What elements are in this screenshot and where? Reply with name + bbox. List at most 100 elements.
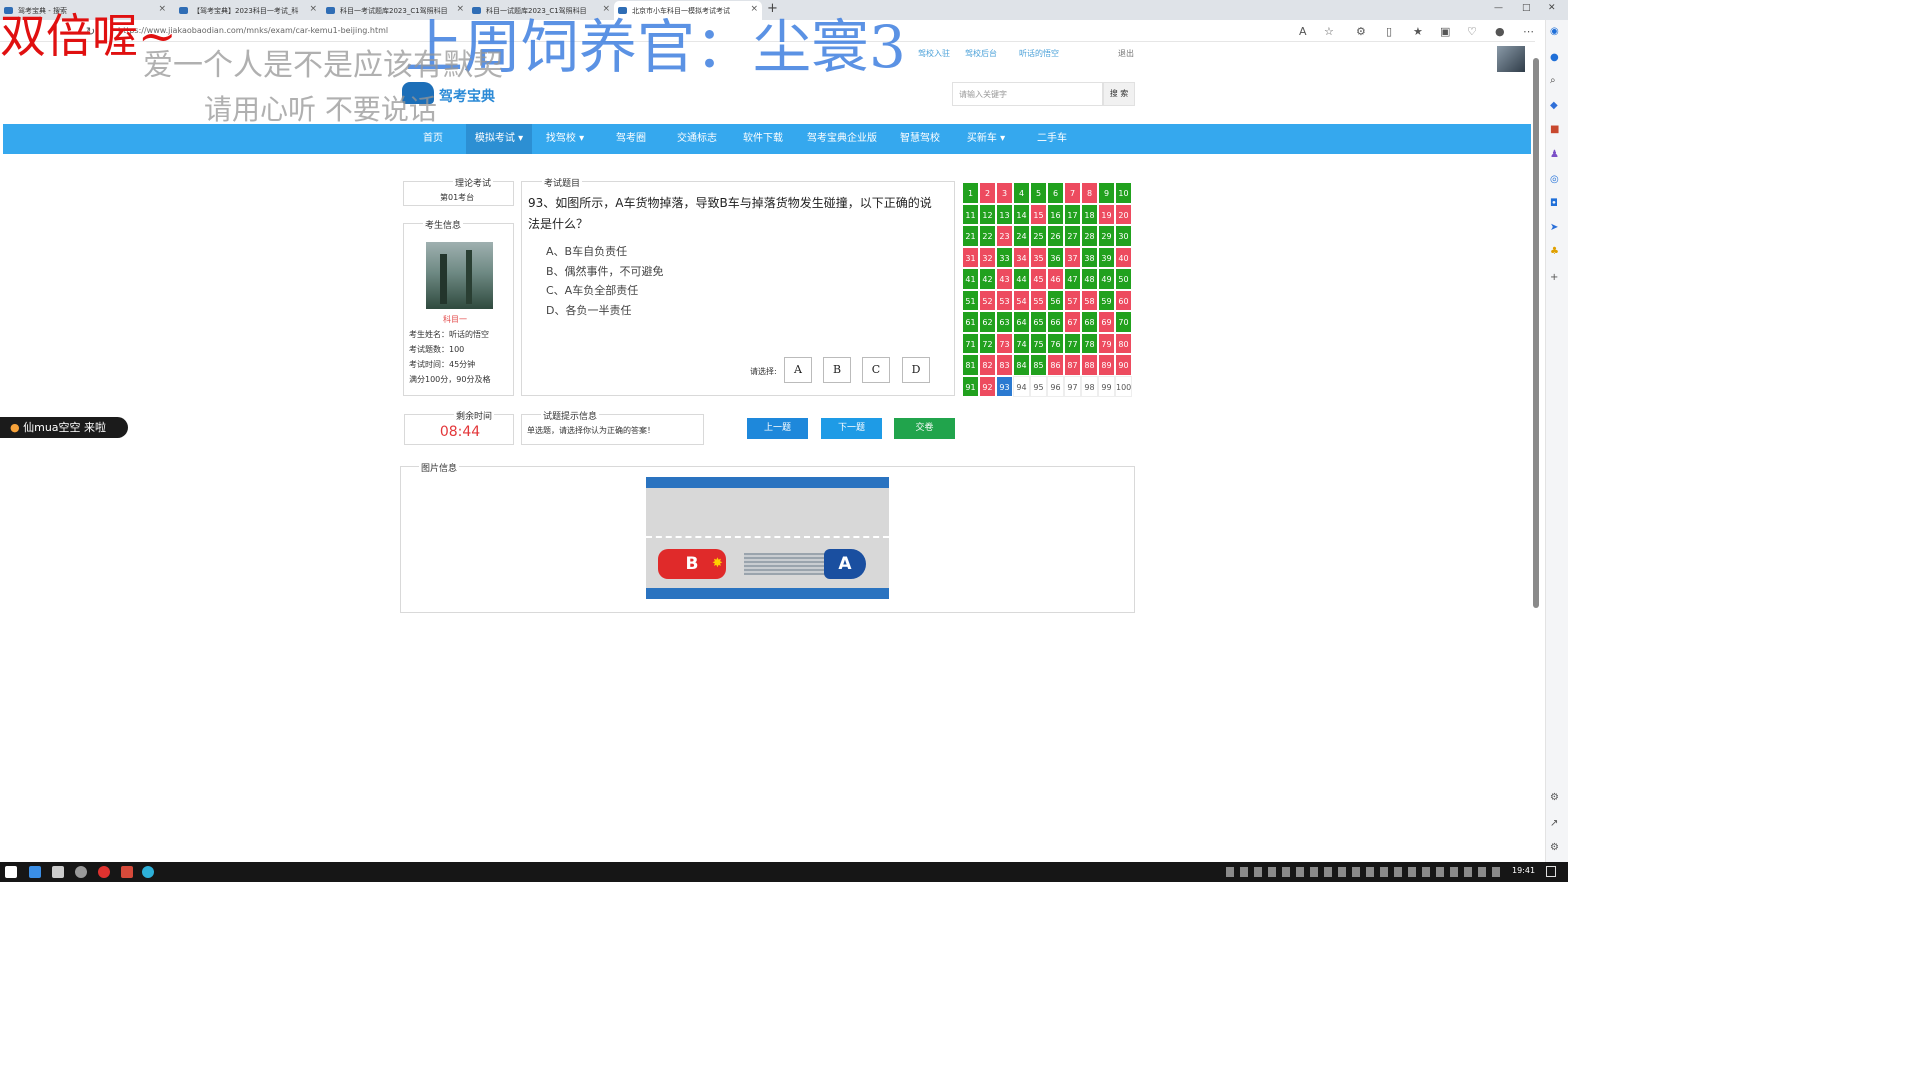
question-cell[interactable]: 22 — [979, 225, 996, 247]
question-cell[interactable]: 66 — [1047, 311, 1064, 333]
split-screen-icon[interactable]: ▯ — [1386, 25, 1392, 38]
question-cell[interactable]: 89 — [1098, 354, 1115, 376]
question-cell[interactable]: 12 — [979, 203, 996, 225]
nav-find-school[interactable]: 找驾校 ▾ — [538, 124, 592, 154]
question-cell[interactable]: 24 — [1013, 225, 1030, 247]
question-cell[interactable]: 91 — [962, 375, 979, 397]
question-cell[interactable]: 67 — [1064, 311, 1081, 333]
add-icon[interactable]: + — [1550, 272, 1558, 283]
search-input[interactable]: 请输入关键字 — [952, 82, 1103, 106]
question-cell[interactable]: 5 — [1030, 182, 1047, 204]
office-icon[interactable]: ◎ — [1550, 174, 1559, 185]
games-icon[interactable]: ♣ — [1550, 246, 1559, 257]
nav-new-car[interactable]: 买新车 ▾ — [958, 124, 1014, 154]
search-button[interactable]: 搜 索 — [1103, 82, 1135, 106]
question-cell[interactable]: 48 — [1081, 268, 1098, 290]
question-cell[interactable]: 58 — [1081, 289, 1098, 311]
question-cell[interactable]: 65 — [1030, 311, 1047, 333]
question-cell[interactable]: 36 — [1047, 246, 1064, 268]
question-cell[interactable]: 30 — [1115, 225, 1132, 247]
question-cell[interactable]: 72 — [979, 332, 996, 354]
question-cell[interactable]: 75 — [1030, 332, 1047, 354]
question-cell[interactable]: 59 — [1098, 289, 1115, 311]
question-cell[interactable]: 78 — [1081, 332, 1098, 354]
extensions-icon[interactable]: ⚙ — [1356, 25, 1366, 38]
question-cell[interactable]: 38 — [1081, 246, 1098, 268]
question-cell[interactable]: 94 — [1013, 375, 1030, 397]
question-cell[interactable]: 82 — [979, 354, 996, 376]
next-question-button[interactable]: 下一题 — [821, 418, 882, 439]
tag-icon[interactable]: ◆ — [1550, 100, 1558, 111]
question-cell[interactable]: 51 — [962, 289, 979, 311]
close-window-icon[interactable]: ✕ — [1548, 3, 1556, 13]
question-cell[interactable]: 43 — [996, 268, 1013, 290]
option-d[interactable]: D、各负一半责任 — [546, 302, 631, 318]
question-cell[interactable]: 77 — [1064, 332, 1081, 354]
question-cell[interactable]: 84 — [1013, 354, 1030, 376]
question-cell[interactable]: 49 — [1098, 268, 1115, 290]
question-cell[interactable]: 19 — [1098, 203, 1115, 225]
question-cell[interactable]: 6 — [1047, 182, 1064, 204]
question-cell[interactable]: 28 — [1081, 225, 1098, 247]
question-cell[interactable]: 92 — [979, 375, 996, 397]
send-icon[interactable]: ➤ — [1550, 222, 1558, 233]
question-cell[interactable]: 47 — [1064, 268, 1081, 290]
maximize-icon[interactable]: □ — [1522, 3, 1531, 13]
question-cell[interactable]: 93 — [996, 375, 1013, 397]
scrollbar[interactable] — [1533, 58, 1539, 608]
profile-icon[interactable]: ● — [1495, 25, 1505, 38]
start-icon[interactable] — [5, 866, 17, 878]
question-cell[interactable]: 34 — [1013, 246, 1030, 268]
question-cell[interactable]: 15 — [1030, 203, 1047, 225]
question-cell[interactable]: 83 — [996, 354, 1013, 376]
question-cell[interactable]: 33 — [996, 246, 1013, 268]
question-cell[interactable]: 4 — [1013, 182, 1030, 204]
question-cell[interactable]: 45 — [1030, 268, 1047, 290]
question-cell[interactable]: 85 — [1030, 354, 1047, 376]
question-cell[interactable]: 27 — [1064, 225, 1081, 247]
question-cell[interactable]: 2 — [979, 182, 996, 204]
app-icon[interactable] — [121, 866, 133, 878]
question-cell[interactable]: 23 — [996, 225, 1013, 247]
tools-icon[interactable]: ■ — [1550, 124, 1559, 135]
people-icon[interactable]: ♟ — [1550, 149, 1559, 160]
nav-used-car[interactable]: 二手车 — [1028, 124, 1076, 154]
browser-essentials-icon[interactable]: ♡ — [1467, 25, 1477, 38]
top-link[interactable]: 驾校入驻 — [918, 48, 950, 59]
option-a[interactable]: A、B车自负责任 — [546, 243, 627, 259]
question-cell[interactable]: 69 — [1098, 311, 1115, 333]
question-cell[interactable]: 73 — [996, 332, 1013, 354]
choice-a-button[interactable]: A — [784, 357, 812, 383]
question-cell[interactable]: 17 — [1064, 203, 1081, 225]
question-cell[interactable]: 79 — [1098, 332, 1115, 354]
nav-software[interactable]: 软件下载 — [736, 124, 790, 154]
question-cell[interactable]: 88 — [1081, 354, 1098, 376]
nav-traffic-signs[interactable]: 交通标志 — [670, 124, 724, 154]
question-cell[interactable]: 70 — [1115, 311, 1132, 333]
question-cell[interactable]: 64 — [1013, 311, 1030, 333]
question-cell[interactable]: 9 — [1098, 182, 1115, 204]
question-cell[interactable]: 80 — [1115, 332, 1132, 354]
question-cell[interactable]: 42 — [979, 268, 996, 290]
question-cell[interactable]: 39 — [1098, 246, 1115, 268]
edge-icon[interactable] — [142, 866, 154, 878]
nav-enterprise[interactable]: 驾考宝典企业版 — [803, 124, 881, 154]
submit-exam-button[interactable]: 交卷 — [894, 418, 955, 439]
question-cell[interactable]: 57 — [1064, 289, 1081, 311]
question-cell[interactable]: 8 — [1081, 182, 1098, 204]
gear-icon[interactable]: ⚙ — [1550, 842, 1559, 853]
notification-icon[interactable] — [1546, 866, 1556, 877]
question-cell[interactable]: 60 — [1115, 289, 1132, 311]
question-cell[interactable]: 25 — [1030, 225, 1047, 247]
question-cell[interactable]: 3 — [996, 182, 1013, 204]
question-cell[interactable]: 76 — [1047, 332, 1064, 354]
sidebar-settings-icon[interactable]: ⚙ — [1550, 792, 1559, 803]
question-cell[interactable]: 81 — [962, 354, 979, 376]
choice-d-button[interactable]: D — [902, 357, 930, 383]
minimize-icon[interactable]: — — [1494, 3, 1503, 13]
option-b[interactable]: B、偶然事件，不可避免 — [546, 263, 664, 279]
question-cell[interactable]: 96 — [1047, 375, 1064, 397]
question-cell[interactable]: 7 — [1064, 182, 1081, 204]
close-icon[interactable]: × — [309, 4, 317, 14]
option-c[interactable]: C、A车负全部责任 — [546, 282, 638, 298]
